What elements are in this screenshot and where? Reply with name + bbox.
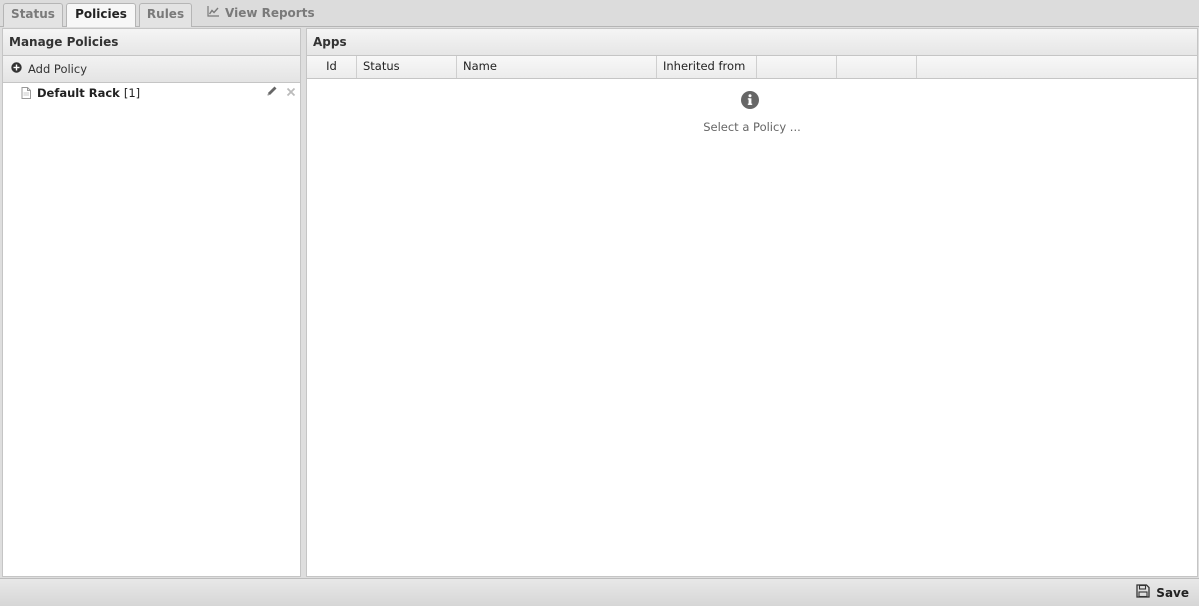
tab-status[interactable]: Status [3,3,63,27]
pencil-icon[interactable] [266,85,278,100]
tab-bar: Status Policies Rules View Reports [0,0,1199,28]
add-policy-label: Add Policy [28,62,87,76]
policy-item-default-rack[interactable]: Default Rack [1] [3,84,300,102]
footer-bar: Save [0,578,1199,606]
save-label: Save [1156,585,1189,600]
line-chart-icon [207,3,220,23]
column-header-blank-2 [837,56,917,78]
view-reports-link[interactable]: View Reports [207,3,315,23]
policy-row-actions [266,85,296,100]
add-policy-button[interactable]: Add Policy [11,62,87,76]
column-header-id[interactable]: Id [307,56,357,78]
tab-rules-label: Rules [146,7,185,21]
column-header-inherited-from[interactable]: Inherited from [657,56,757,78]
manage-policies-panel: Manage Policies Add Policy Default Rack … [2,28,301,577]
tab-status-label: Status [11,7,55,21]
info-circle-icon [741,91,759,112]
apps-title: Apps [307,29,1197,56]
column-header-blank-1 [757,56,837,78]
policy-count: [1] [123,86,141,100]
empty-state-message: Select a Policy ... [703,120,801,134]
tab-rules[interactable]: Rules [139,3,192,27]
plus-circle-icon [11,62,22,76]
column-header-name[interactable]: Name [457,56,657,78]
save-button[interactable]: Save [1136,584,1189,601]
tab-policies[interactable]: Policies [66,3,136,28]
column-header-status[interactable]: Status [357,56,457,78]
column-header-blank-3 [917,56,1197,78]
policies-toolbar: Add Policy [3,56,300,83]
tab-policies-label: Policies [75,7,127,21]
view-reports-label: View Reports [225,6,315,20]
policy-name: Default Rack [37,86,120,100]
floppy-disk-icon [1136,584,1150,601]
apps-grid-header: Id Status Name Inherited from [307,56,1197,79]
manage-policies-title: Manage Policies [3,29,300,56]
close-icon[interactable] [286,86,296,100]
main-area: Manage Policies Add Policy Default Rack … [0,27,1199,578]
apps-panel: Apps Id Status Name Inherited from Selec… [306,28,1198,577]
document-icon [21,87,31,99]
